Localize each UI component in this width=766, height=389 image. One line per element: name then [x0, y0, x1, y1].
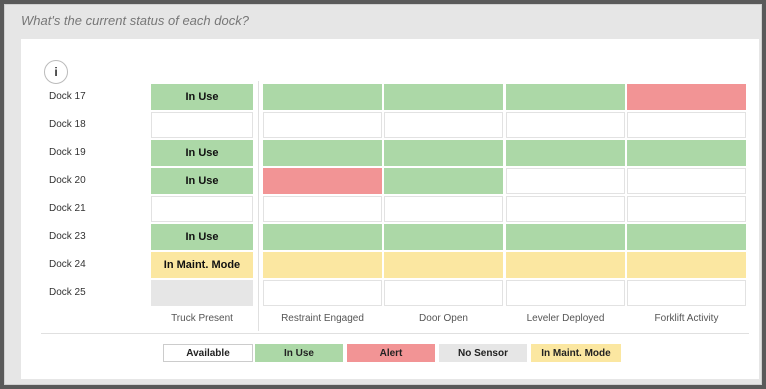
sensor-status-cell[interactable] — [627, 84, 746, 110]
sensor-status-cell[interactable] — [384, 84, 503, 110]
legend-available: Available — [163, 344, 253, 362]
dock-label: Dock 24 — [49, 259, 86, 270]
legend-maint: In Maint. Mode — [531, 344, 621, 362]
dock-status-panel: i Dock 17 In Use Dock 18 Dock 19 In Use Dock … — [21, 39, 759, 379]
dock-label: Dock 17 — [49, 91, 86, 102]
sensor-status-cell[interactable] — [263, 140, 382, 166]
sensor-status-cell[interactable] — [506, 112, 625, 138]
sensor-status-cell[interactable] — [506, 84, 625, 110]
sensor-status-cell[interactable] — [627, 196, 746, 222]
truck-present-cell[interactable] — [151, 196, 253, 222]
legend-label: Alert — [379, 347, 403, 359]
sensor-status-cell[interactable] — [506, 168, 625, 194]
truck-present-cell[interactable]: In Use — [151, 140, 253, 166]
truck-status-text: In Use — [185, 231, 219, 243]
sensor-status-cell[interactable] — [263, 280, 382, 306]
sensor-status-cell[interactable] — [506, 252, 625, 278]
sensor-status-cell[interactable] — [384, 140, 503, 166]
sensor-status-cell[interactable] — [627, 168, 746, 194]
dock-label: Dock 21 — [49, 203, 86, 214]
truck-status-text: In Use — [185, 175, 219, 187]
column-header: Forklift Activity — [654, 313, 719, 324]
legend-alert: Alert — [347, 344, 435, 362]
sensor-status-cell[interactable] — [506, 196, 625, 222]
header-divider — [41, 333, 749, 334]
truck-present-cell[interactable] — [151, 112, 253, 138]
column-header: Restraint Engaged — [281, 313, 364, 324]
sensor-status-cell[interactable] — [263, 112, 382, 138]
dock-label: Dock 20 — [49, 175, 86, 186]
sensor-status-cell[interactable] — [263, 168, 382, 194]
question-text: What's the current status of each dock? — [21, 13, 249, 28]
sensor-status-cell[interactable] — [384, 252, 503, 278]
legend-no_sensor: No Sensor — [439, 344, 527, 362]
sensor-status-cell[interactable] — [263, 224, 382, 250]
sensor-status-cell[interactable] — [627, 112, 746, 138]
sensor-status-cell[interactable] — [506, 224, 625, 250]
sensor-status-cell[interactable] — [506, 140, 625, 166]
truck-present-cell[interactable] — [151, 280, 253, 306]
sensor-status-cell[interactable] — [627, 280, 746, 306]
sensor-status-cell[interactable] — [627, 252, 746, 278]
sensor-status-cell[interactable] — [384, 168, 503, 194]
legend-label: In Maint. Mode — [541, 347, 611, 359]
truck-present-cell[interactable]: In Maint. Mode — [151, 252, 253, 278]
legend-label: Available — [186, 347, 230, 359]
sensor-status-cell[interactable] — [627, 224, 746, 250]
dock-status-frame: What's the current status of each dock? … — [4, 4, 762, 385]
sensor-status-cell[interactable] — [384, 280, 503, 306]
truck-status-text: In Use — [185, 147, 219, 159]
truck-present-cell[interactable]: In Use — [151, 168, 253, 194]
dock-label: Dock 18 — [49, 119, 86, 130]
truck-present-cell[interactable]: In Use — [151, 224, 253, 250]
sensor-status-cell[interactable] — [263, 196, 382, 222]
sensor-status-cell[interactable] — [506, 280, 625, 306]
sensor-status-cell[interactable] — [263, 84, 382, 110]
sensor-status-cell[interactable] — [263, 252, 382, 278]
column-header: Leveler Deployed — [526, 313, 605, 324]
column-header: Truck Present — [171, 313, 233, 324]
sensor-status-cell[interactable] — [627, 140, 746, 166]
legend-label: In Use — [283, 347, 314, 359]
sensor-status-cell[interactable] — [384, 112, 503, 138]
dock-label: Dock 25 — [49, 287, 86, 298]
column-header: Door Open — [419, 313, 468, 324]
column-divider — [258, 81, 259, 331]
dock-label: Dock 23 — [49, 231, 86, 242]
truck-status-text: In Use — [185, 91, 219, 103]
legend-label: No Sensor — [457, 347, 508, 359]
legend-in_use: In Use — [255, 344, 343, 362]
dock-label: Dock 19 — [49, 147, 86, 158]
truck-status-text: In Maint. Mode — [163, 259, 241, 271]
sensor-status-cell[interactable] — [384, 224, 503, 250]
truck-present-cell[interactable]: In Use — [151, 84, 253, 110]
sensor-status-cell[interactable] — [384, 196, 503, 222]
info-icon[interactable]: i — [44, 60, 68, 84]
